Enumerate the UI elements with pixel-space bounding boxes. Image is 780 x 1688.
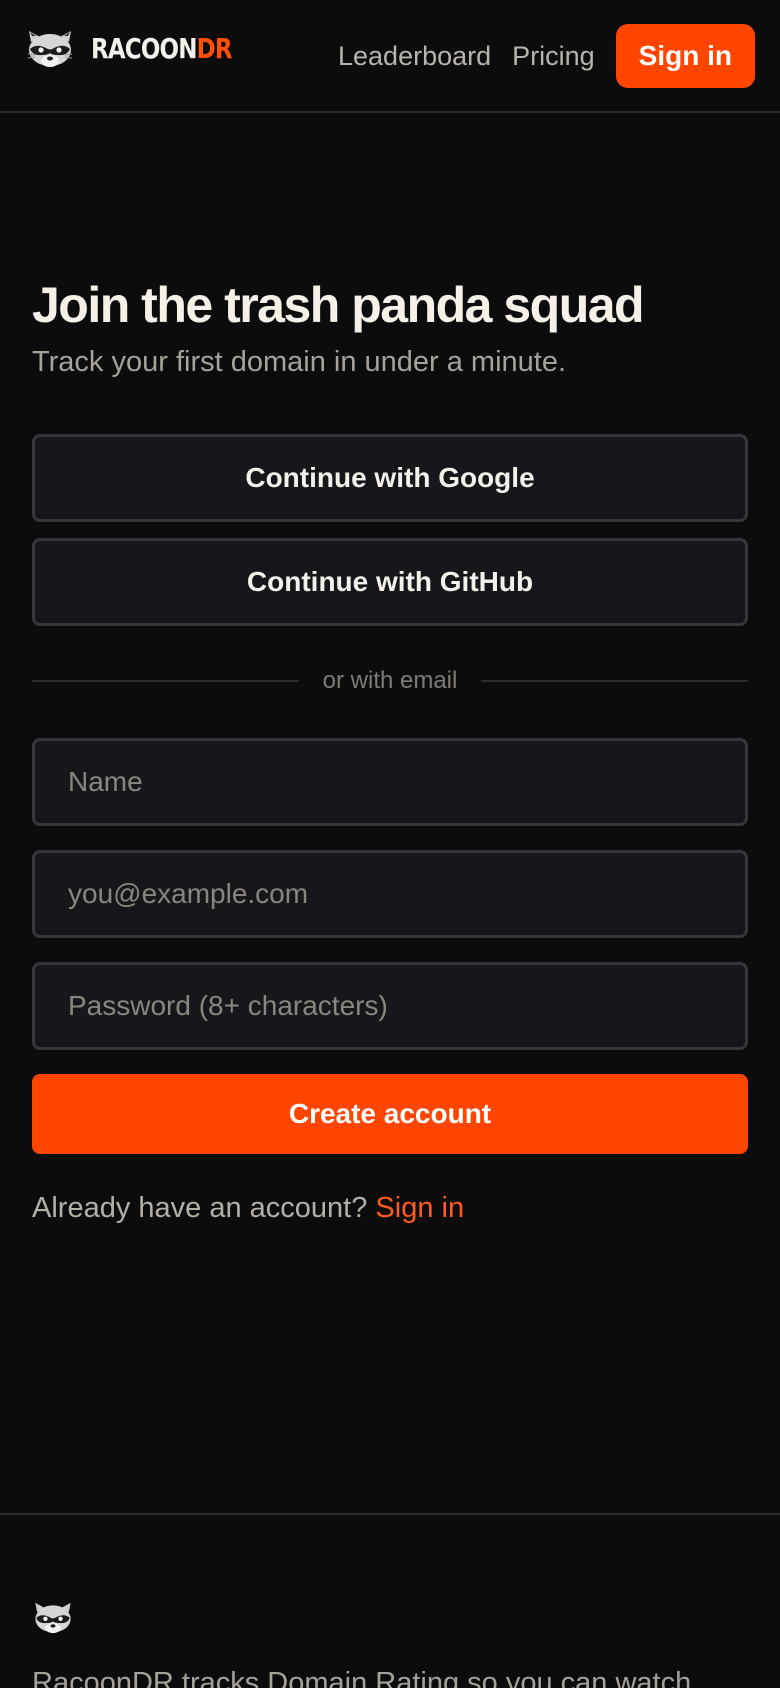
page-footer: RacoonDR tracks Domain Rating so you can… xyxy=(0,1513,780,1688)
divider-label: or with email xyxy=(322,667,458,694)
create-account-button[interactable]: Create account xyxy=(32,1074,748,1154)
continue-with-github-button[interactable]: Continue with GitHub xyxy=(32,538,748,626)
divider-line-left xyxy=(32,680,299,682)
brand-wordmark-accent: DR xyxy=(196,32,233,65)
email-input[interactable] xyxy=(32,850,748,938)
nav-leaderboard-link[interactable]: Leaderboard xyxy=(338,41,491,72)
name-input[interactable] xyxy=(32,738,748,826)
raccoon-icon xyxy=(35,1602,71,1634)
signin-prompt: Already have an account? Sign in xyxy=(32,1188,464,1228)
brand-wordmark-primary: RACOON xyxy=(91,32,197,65)
nav-signin-button[interactable]: Sign in xyxy=(615,24,755,88)
password-input[interactable] xyxy=(32,962,748,1050)
signin-link[interactable]: Sign in xyxy=(375,1192,464,1224)
top-header: RACOONDR Leaderboard Pricing Sign in xyxy=(0,0,780,113)
continue-with-google-button[interactable]: Continue with Google xyxy=(32,434,748,522)
raccoon-icon xyxy=(27,31,73,67)
email-divider: or with email xyxy=(32,666,748,696)
brand-logo-link[interactable]: RACOONDR xyxy=(25,28,263,70)
divider-line-right xyxy=(481,680,748,682)
signup-page: RACOONDR Leaderboard Pricing Sign in Joi… xyxy=(0,0,780,1688)
page-subtitle: Track your first domain in under a minut… xyxy=(32,346,567,378)
top-nav: Leaderboard Pricing Sign in xyxy=(338,24,755,88)
footer-tagline: RacoonDR tracks Domain Rating so you can… xyxy=(32,1667,692,1688)
page-title: Join the trash panda squad xyxy=(32,277,645,333)
brand-wordmark: RACOONDR xyxy=(91,32,233,65)
signup-form-section: Join the trash panda squad Track your fi… xyxy=(32,270,748,1224)
nav-pricing-link[interactable]: Pricing xyxy=(512,41,595,72)
signin-prompt-text: Already have an account? xyxy=(32,1192,368,1224)
